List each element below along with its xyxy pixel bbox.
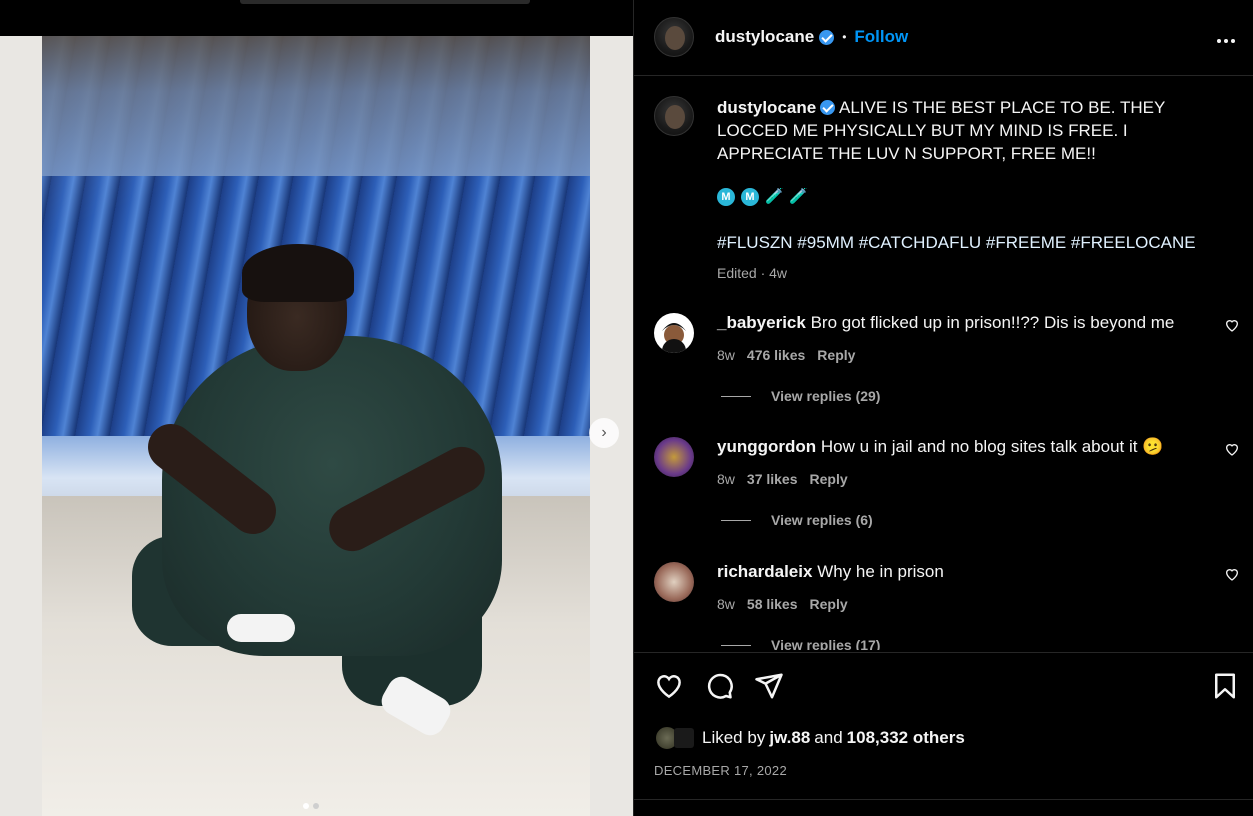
verified-badge-icon	[820, 100, 836, 115]
comment-meta: 8w 37 likes Reply	[717, 471, 848, 487]
caption-emoji-row: M M 🧪 🧪	[717, 188, 808, 206]
liked-by-and: and	[814, 728, 843, 747]
view-replies-label: View replies (29)	[771, 388, 881, 404]
comment-likes[interactable]: 37 likes	[747, 471, 798, 487]
mural-upper	[42, 36, 590, 176]
comment-item: richardaleix Why he in prison 8w 58 like…	[634, 562, 1253, 650]
carousel-next-button[interactable]: ›	[589, 418, 619, 448]
heart-icon[interactable]	[1224, 566, 1240, 582]
comment-text: Bro got flicked up in prison!!?? Dis is …	[810, 313, 1175, 332]
caption-username[interactable]: dustylocane	[717, 98, 816, 117]
media-top-strip	[0, 0, 633, 36]
comment-text: How u in jail and no blog sites talk abo…	[820, 437, 1164, 456]
replies-divider	[721, 395, 751, 397]
comment-body: richardaleix Why he in prison	[717, 562, 944, 582]
comment-text: Why he in prison	[817, 562, 944, 581]
comment-meta: 8w 58 likes Reply	[717, 596, 848, 612]
view-replies-button[interactable]: View replies (17)	[721, 637, 880, 650]
chevron-right-icon: ›	[601, 424, 607, 441]
edited-timestamp: Edited · 4w	[717, 265, 788, 281]
likes-summary: Liked by jw.88 and 108,332 others	[654, 725, 965, 751]
comment-age: 8w	[717, 471, 735, 487]
m-emoji-icon: M	[741, 188, 759, 206]
liker-avatar-secondary	[674, 728, 694, 748]
save-bookmark-icon[interactable]	[1210, 671, 1240, 701]
divider	[634, 799, 1253, 800]
person-durag	[242, 244, 354, 302]
heart-icon[interactable]	[1224, 441, 1240, 457]
view-replies-button[interactable]: View replies (29)	[721, 388, 880, 404]
comment-age: 8w	[717, 596, 735, 612]
comment-reply-button[interactable]: Reply	[810, 596, 848, 612]
person-shoe-left	[227, 614, 295, 642]
caption-author-avatar[interactable]	[654, 96, 694, 136]
view-replies-label: View replies (6)	[771, 512, 873, 528]
caption-hashtags[interactable]: #FLUSZN #95MM #CATCHDAFLU #FREEME #FREEL…	[717, 233, 1196, 253]
comment-likes[interactable]: 476 likes	[747, 347, 805, 363]
view-replies-button[interactable]: View replies (6)	[721, 512, 873, 528]
commenter-username[interactable]: yunggordon	[717, 437, 816, 456]
caption-text-block: dustylocane ALIVE IS THE BEST PLACE TO B…	[717, 96, 1227, 165]
comment-age: 8w	[717, 347, 735, 363]
comment-body: yunggordon How u in jail and no blog sit…	[717, 437, 1163, 457]
replies-divider	[721, 519, 751, 521]
m-emoji-icon: M	[717, 188, 735, 206]
comment-likes[interactable]: 58 likes	[747, 596, 798, 612]
liked-by-prefix: Liked by	[702, 728, 766, 747]
post-actions: Liked by jw.88 and 108,332 others DECEMB…	[634, 652, 1253, 816]
liked-by-others[interactable]: 108,332 others	[847, 728, 965, 748]
view-replies-label: View replies (17)	[771, 637, 881, 650]
share-send-icon[interactable]	[754, 671, 784, 701]
commenter-avatar[interactable]	[654, 437, 694, 477]
author-avatar[interactable]	[654, 17, 694, 57]
comment-body: _babyerick Bro got flicked up in prison!…	[717, 313, 1174, 333]
comment-item: yunggordon How u in jail and no blog sit…	[634, 437, 1253, 537]
post-date: DECEMBER 17, 2022	[654, 763, 787, 778]
post-photo	[42, 36, 590, 816]
blurred-header-text	[240, 0, 530, 4]
heart-icon[interactable]	[1224, 317, 1240, 333]
commenter-username[interactable]: richardaleix	[717, 562, 812, 581]
liked-by-user[interactable]: jw.88	[769, 728, 810, 748]
commenter-username[interactable]: _babyerick	[717, 313, 806, 332]
post-header: dustylocane • Follow	[634, 0, 1253, 76]
replies-divider	[721, 644, 751, 646]
commenter-avatar[interactable]	[654, 313, 694, 353]
post-side-panel: dustylocane • Follow dustylocane ALIVE I…	[633, 0, 1253, 816]
comment-icon[interactable]	[704, 671, 734, 701]
author-username[interactable]: dustylocane	[715, 27, 814, 47]
commenter-avatar[interactable]	[654, 562, 694, 602]
comment-reply-button[interactable]: Reply	[810, 471, 848, 487]
comment-meta: 8w 476 likes Reply	[717, 347, 855, 363]
header-separator: •	[842, 30, 847, 44]
comment-reply-button[interactable]: Reply	[817, 347, 855, 363]
carousel-dots	[303, 803, 319, 809]
verified-badge-icon	[819, 29, 835, 45]
more-options-icon[interactable]	[1216, 24, 1236, 50]
carousel-dot-active	[303, 803, 309, 809]
follow-button[interactable]: Follow	[854, 27, 908, 47]
test-tube-emoji-icon: 🧪	[789, 188, 808, 205]
test-tube-emoji-icon: 🧪	[765, 188, 784, 205]
carousel-dot	[313, 803, 319, 809]
post-media[interactable]: ›	[0, 36, 633, 816]
comment-item: _babyerick Bro got flicked up in prison!…	[634, 313, 1253, 413]
like-heart-icon[interactable]	[654, 671, 684, 701]
